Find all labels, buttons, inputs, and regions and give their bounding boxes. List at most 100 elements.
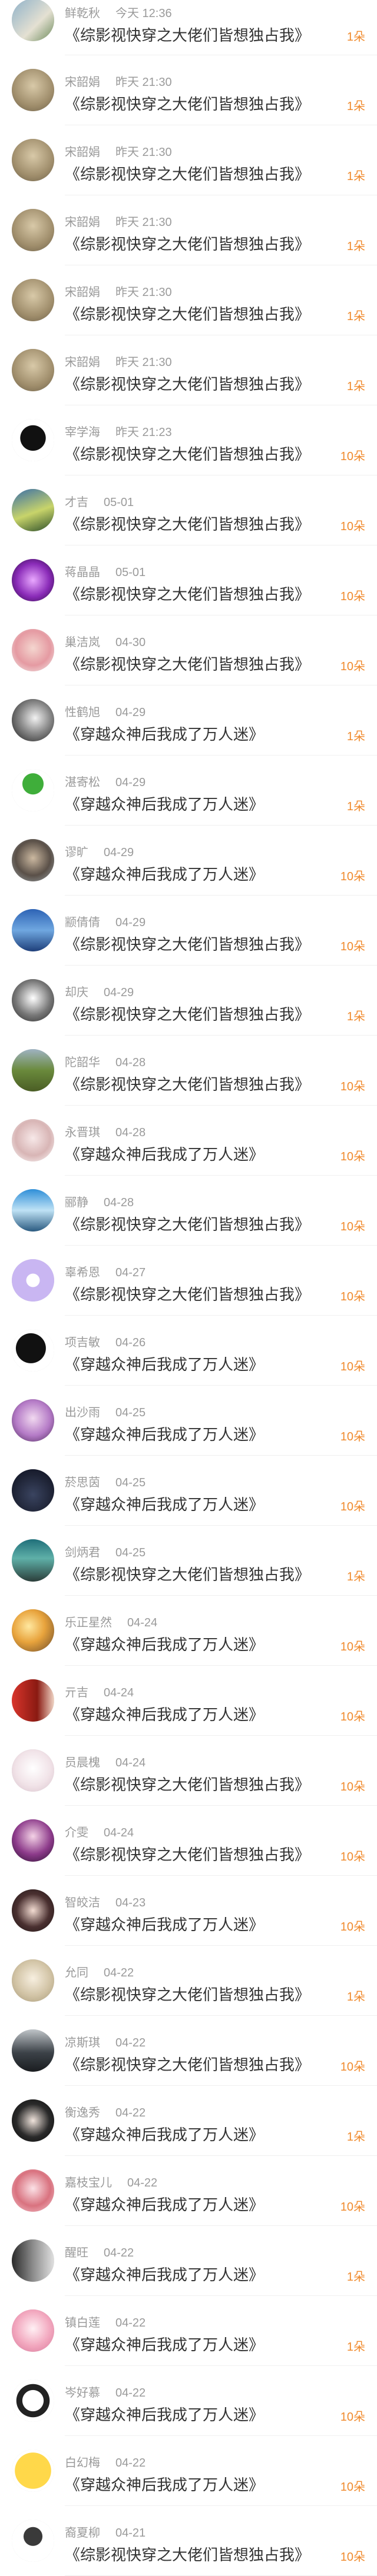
book-title[interactable]: 《综影视快穿之大佬们皆想独占我》 — [65, 1983, 310, 2005]
book-title[interactable]: 《穿越众神后我成了万人迷》 — [65, 2193, 264, 2215]
list-item[interactable]: 允同 04-22 《综影视快穿之大佬们皆想独占我》 1朵 — [0, 1946, 377, 2016]
book-title[interactable]: 《综影视快穿之大佬们皆想独占我》 — [65, 162, 310, 184]
avatar[interactable] — [12, 0, 54, 41]
user-name[interactable]: 镇白莲 — [65, 2317, 100, 2329]
list-item[interactable]: 出沙雨 04-25 《穿越众神后我成了万人迷》 10朵 — [0, 1386, 377, 1456]
avatar[interactable] — [12, 419, 54, 461]
user-name[interactable]: 郦静 — [65, 1196, 88, 1209]
avatar[interactable] — [12, 69, 54, 111]
list-item[interactable]: 镇白莲 04-22 《穿越众神后我成了万人迷》 1朵 — [0, 2296, 377, 2366]
avatar[interactable] — [12, 1679, 54, 1722]
user-name[interactable]: 智皎洁 — [65, 1896, 100, 1909]
list-item[interactable]: 巢洁岚 04-30 《综影视快穿之大佬们皆想独占我》 10朵 — [0, 615, 377, 685]
avatar[interactable] — [12, 839, 54, 881]
avatar[interactable] — [12, 489, 54, 531]
avatar[interactable] — [12, 1469, 54, 1512]
user-name[interactable]: 颛倩倩 — [65, 916, 100, 929]
user-name[interactable]: 员晨槐 — [65, 1756, 100, 1769]
user-name[interactable]: 凉斯琪 — [65, 2036, 100, 2049]
book-title[interactable]: 《穿越众神后我成了万人迷》 — [65, 863, 264, 884]
user-name[interactable]: 岑好慕 — [65, 2387, 100, 2399]
book-title[interactable]: 《综影视快穿之大佬们皆想独占我》 — [65, 92, 310, 114]
book-title[interactable]: 《穿越众神后我成了万人迷》 — [65, 2473, 264, 2495]
book-title[interactable]: 《综影视快穿之大佬们皆想独占我》 — [65, 302, 310, 324]
user-name[interactable]: 谬旷 — [65, 846, 88, 859]
user-name[interactable]: 鲜乾秋 — [65, 7, 100, 20]
user-name[interactable]: 辜希恩 — [65, 1266, 100, 1279]
user-name[interactable]: 蒋晶晶 — [65, 566, 100, 579]
list-item[interactable]: 衡逸秀 04-22 《穿越众神后我成了万人迷》 1朵 — [0, 2086, 377, 2156]
list-item[interactable]: 剑炳君 04-25 《综影视快穿之大佬们皆想独占我》 1朵 — [0, 1526, 377, 1596]
list-item[interactable]: 乐正星然 04-24 《穿越众神后我成了万人迷》 10朵 — [0, 1596, 377, 1666]
list-item[interactable]: 永晋琪 04-28 《穿越众神后我成了万人迷》 10朵 — [0, 1106, 377, 1176]
book-title[interactable]: 《穿越众神后我成了万人迷》 — [65, 1423, 264, 1445]
user-name[interactable]: 出沙雨 — [65, 1406, 100, 1419]
avatar[interactable] — [12, 1609, 54, 1652]
book-title[interactable]: 《穿越众神后我成了万人迷》 — [65, 1143, 264, 1164]
user-name[interactable]: 性鹤旭 — [65, 706, 100, 719]
book-title[interactable]: 《穿越众神后我成了万人迷》 — [65, 793, 264, 814]
user-name[interactable]: 宋韶娟 — [65, 356, 100, 369]
book-title[interactable]: 《综影视快穿之大佬们皆想独占我》 — [65, 1283, 310, 1304]
avatar[interactable] — [12, 909, 54, 951]
list-item[interactable]: 醒旺 04-22 《穿越众神后我成了万人迷》 1朵 — [0, 2226, 377, 2296]
list-item[interactable]: 蒋晶晶 05-01 《综影视快穿之大佬们皆想独占我》 10朵 — [0, 545, 377, 615]
avatar[interactable] — [12, 2029, 54, 2072]
avatar[interactable] — [12, 1119, 54, 1161]
user-name[interactable]: 才吉 — [65, 496, 88, 509]
book-title[interactable]: 《穿越众神后我成了万人迷》 — [65, 723, 264, 744]
list-item[interactable]: 介雯 04-24 《综影视快穿之大佬们皆想独占我》 10朵 — [0, 1806, 377, 1876]
avatar[interactable] — [12, 1189, 54, 1232]
list-item[interactable]: 岑好慕 04-22 《穿越众神后我成了万人迷》 10朵 — [0, 2366, 377, 2436]
user-name[interactable]: 白幻梅 — [65, 2457, 100, 2470]
avatar[interactable] — [12, 979, 54, 1021]
list-item[interactable]: 湛寄松 04-29 《穿越众神后我成了万人迷》 1朵 — [0, 756, 377, 826]
user-name[interactable]: 宋韶娟 — [65, 146, 100, 159]
user-name[interactable]: 嘉枝宝儿 — [65, 2176, 112, 2189]
book-title[interactable]: 《穿越众神后我成了万人迷》 — [65, 1633, 264, 1655]
book-title[interactable]: 《综影视快穿之大佬们皆想独占我》 — [65, 372, 310, 394]
book-title[interactable]: 《综影视快穿之大佬们皆想独占我》 — [65, 512, 310, 534]
book-title[interactable]: 《穿越众神后我成了万人迷》 — [65, 1703, 264, 1725]
user-name[interactable]: 介雯 — [65, 1826, 88, 1839]
list-item[interactable]: 郦静 04-28 《综影视快穿之大佬们皆想独占我》 10朵 — [0, 1176, 377, 1246]
list-item[interactable]: 鲜乾秋 今天 12:36 《综影视快穿之大佬们皆想独占我》 1朵 — [0, 0, 377, 55]
list-item[interactable]: 宋韶娟 昨天 21:30 《综影视快穿之大佬们皆想独占我》 1朵 — [0, 335, 377, 405]
list-item[interactable]: 宋韶娟 昨天 21:30 《综影视快穿之大佬们皆想独占我》 1朵 — [0, 195, 377, 265]
list-item[interactable]: 宋韶娟 昨天 21:30 《综影视快穿之大佬们皆想独占我》 1朵 — [0, 55, 377, 125]
user-name[interactable]: 乐正星然 — [65, 1616, 112, 1629]
list-item[interactable]: 宋韶娟 昨天 21:30 《综影视快穿之大佬们皆想独占我》 1朵 — [0, 265, 377, 335]
user-name[interactable]: 项吉敏 — [65, 1336, 100, 1349]
list-item[interactable]: 谬旷 04-29 《穿越众神后我成了万人迷》 10朵 — [0, 826, 377, 896]
user-name[interactable]: 永晋琪 — [65, 1126, 100, 1139]
avatar[interactable] — [12, 139, 54, 181]
user-name[interactable]: 宋韶娟 — [65, 286, 100, 299]
list-item[interactable]: 项吉敏 04-26 《穿越众神后我成了万人迷》 10朵 — [0, 1316, 377, 1386]
list-item[interactable]: 陀韶华 04-28 《综影视快穿之大佬们皆想独占我》 10朵 — [0, 1036, 377, 1106]
avatar[interactable] — [12, 2379, 54, 2422]
avatar[interactable] — [12, 1959, 54, 2002]
user-name[interactable]: 却庆 — [65, 986, 88, 999]
avatar[interactable] — [12, 699, 54, 741]
list-item[interactable]: 性鹤旭 04-29 《穿越众神后我成了万人迷》 1朵 — [0, 685, 377, 756]
list-item[interactable]: 辜希恩 04-27 《综影视快穿之大佬们皆想独占我》 10朵 — [0, 1246, 377, 1316]
book-title[interactable]: 《穿越众神后我成了万人迷》 — [65, 2123, 264, 2145]
avatar[interactable] — [12, 1329, 54, 1372]
book-title[interactable]: 《穿越众神后我成了万人迷》 — [65, 2403, 264, 2425]
book-title[interactable]: 《综影视快穿之大佬们皆想独占我》 — [65, 653, 310, 674]
list-item[interactable]: 却庆 04-29 《综影视快穿之大佬们皆想独占我》 1朵 — [0, 966, 377, 1036]
avatar[interactable] — [12, 2169, 54, 2212]
book-title[interactable]: 《综影视快穿之大佬们皆想独占我》 — [65, 1843, 310, 1865]
list-item[interactable]: 宋韶娟 昨天 21:30 《综影视快穿之大佬们皆想独占我》 1朵 — [0, 125, 377, 195]
avatar[interactable] — [12, 2449, 54, 2492]
avatar[interactable] — [12, 2099, 54, 2142]
book-title[interactable]: 《综影视快穿之大佬们皆想独占我》 — [65, 1213, 310, 1234]
user-name[interactable]: 宋韶娟 — [65, 76, 100, 89]
list-item[interactable]: 菸思茵 04-25 《穿越众神后我成了万人迷》 10朵 — [0, 1456, 377, 1526]
list-item[interactable]: 凉斯琪 04-22 《综影视快穿之大佬们皆想独占我》 10朵 — [0, 2016, 377, 2086]
user-name[interactable]: 允同 — [65, 1966, 88, 1979]
avatar[interactable] — [12, 769, 54, 811]
book-title[interactable]: 《综影视快穿之大佬们皆想独占我》 — [65, 583, 310, 604]
user-name[interactable]: 亓吉 — [65, 1686, 88, 1699]
avatar[interactable] — [12, 2309, 54, 2352]
